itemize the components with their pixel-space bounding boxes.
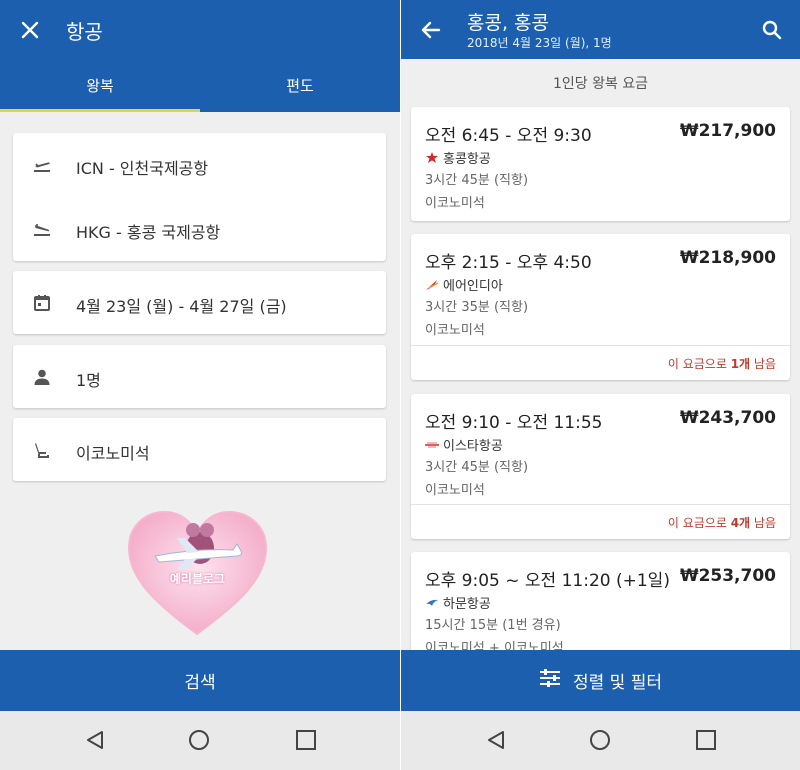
seats-remaining-prefix: 이 요금으로 (667, 516, 731, 530)
card-divider (411, 345, 790, 346)
nav-back-icon[interactable] (84, 729, 106, 755)
nav-recents-icon[interactable] (695, 729, 717, 755)
hongkong-airlines-logo-icon (425, 151, 439, 164)
cabin-class: 이코노미석 (425, 196, 485, 211)
flight-duration: 3시간 45분 (직항) (425, 173, 529, 188)
airline-name: 홍콩항공 (443, 152, 491, 167)
flight-result-card[interactable]: 오후 2:15 - 오후 4:50 ₩218,900 에어인디아 3시간 35분… (411, 234, 790, 380)
airline: 하문항공 (425, 593, 491, 612)
top-app-bar: 항공 (0, 0, 400, 59)
cabin-class: 이코노미석 (425, 483, 485, 498)
search-button-label: 검색 (184, 673, 216, 693)
flight-price: ₩253,700 (679, 566, 776, 586)
flight-price: ₩218,900 (679, 248, 776, 268)
flight-duration: 3시간 35분 (직항) (425, 300, 529, 315)
landing-icon (32, 219, 52, 239)
seats-remaining: 이 요금으로 1개 남음 (668, 355, 776, 372)
dates-field[interactable]: 4월 23일 (월) - 4월 27일 (금) (13, 271, 386, 334)
destination-field[interactable]: HKG - 홍콩 국제공항 (13, 197, 386, 261)
flight-duration: 3시간 45분 (직항) (425, 460, 529, 475)
flight-price: ₩217,900 (679, 121, 776, 141)
search-icon[interactable] (754, 12, 790, 48)
seats-remaining-suffix: 남음 (750, 516, 776, 530)
sort-filter-label: 정렬 및 필터 (572, 673, 662, 693)
origin-field[interactable]: ICN - 인천국제공항 (13, 133, 386, 197)
cabin-class: 이코노미석 (425, 323, 485, 338)
watermark-text: 예리블로그 (169, 572, 226, 586)
nav-home-icon[interactable] (589, 729, 611, 755)
dates-value: 4월 23일 (월) - 4월 27일 (금) (76, 297, 287, 316)
search-button[interactable]: 검색 (0, 650, 400, 711)
route-card: ICN - 인천국제공항 HKG - 홍콩 국제공항 (13, 133, 386, 261)
airline: 에어인디아 (425, 275, 503, 294)
card-divider (411, 504, 790, 505)
close-icon[interactable] (12, 12, 48, 48)
flight-search-screen: 항공 왕복 편도 ICN - 인천국제공항 HKG - 홍콩 국제공항 4월 2… (0, 0, 400, 770)
page-title: 항공 (66, 20, 103, 44)
seats-remaining-count: 1개 (730, 357, 751, 371)
tab-round-trip[interactable]: 왕복 (0, 59, 200, 112)
back-arrow-icon[interactable] (413, 12, 449, 48)
flight-results-screen: 홍콩, 홍콩 2018년 4월 23일 (월), 1명 1인당 왕복 요금 오전… (401, 0, 800, 770)
flight-result-card[interactable]: 오전 9:10 - 오전 11:55 ₩243,700 이스타항공 3시간 45… (411, 394, 790, 539)
system-nav-bar (401, 711, 800, 770)
seats-remaining-count: 4개 (730, 516, 751, 530)
destination-title: 홍콩, 홍콩 (467, 12, 549, 34)
nav-back-icon[interactable] (485, 729, 507, 755)
flight-duration: 15시간 15분 (1번 경유) (425, 618, 561, 633)
sort-filter-button[interactable]: 정렬 및 필터 (401, 650, 800, 711)
trip-type-tabs: 왕복 편도 (0, 59, 400, 112)
air-india-logo-icon (425, 279, 439, 291)
cabin-field[interactable]: 이코노미석 (13, 418, 386, 481)
eastar-jet-logo-icon (425, 439, 439, 451)
origin-value: ICN - 인천국제공항 (76, 159, 209, 178)
flight-time: 오후 9:05 ~ 오전 11:20 (+1일) (425, 571, 670, 591)
calendar-icon (32, 293, 52, 313)
flight-price: ₩243,700 (679, 408, 776, 428)
nav-recents-icon[interactable] (295, 729, 317, 755)
top-app-bar: 홍콩, 홍콩 2018년 4월 23일 (월), 1명 (401, 0, 800, 59)
nav-home-icon[interactable] (188, 729, 210, 755)
cabin-value: 이코노미석 (76, 444, 150, 463)
airline-name: 하문항공 (443, 597, 491, 612)
seat-icon (32, 440, 52, 460)
blog-watermark: 예리블로그 (125, 508, 270, 638)
passengers-value: 1명 (76, 371, 101, 390)
xiamen-airlines-logo-icon (425, 597, 439, 609)
airline: 이스타항공 (425, 435, 503, 454)
tab-one-way[interactable]: 편도 (200, 59, 400, 112)
passengers-field[interactable]: 1명 (13, 345, 386, 408)
flight-time: 오전 6:45 - 오전 9:30 (425, 126, 592, 146)
list-header: 1인당 왕복 요금 (552, 76, 649, 92)
flight-time: 오전 9:10 - 오전 11:55 (425, 413, 603, 433)
seats-remaining-prefix: 이 요금으로 (667, 357, 731, 371)
destination-value: HKG - 홍콩 국제공항 (76, 223, 221, 242)
search-summary: 2018년 4월 23일 (월), 1명 (467, 36, 612, 50)
flight-result-card[interactable]: 오전 6:45 - 오전 9:30 ₩217,900 홍콩항공 3시간 45분 … (411, 107, 790, 221)
airline: 홍콩항공 (425, 148, 491, 167)
seats-remaining: 이 요금으로 4개 남음 (668, 514, 776, 531)
airline-name: 에어인디아 (443, 279, 503, 294)
person-icon (32, 367, 52, 387)
sliders-icon (539, 668, 561, 693)
system-nav-bar (0, 711, 400, 770)
takeoff-icon (32, 155, 52, 175)
seats-remaining-suffix: 남음 (750, 357, 776, 371)
flight-time: 오후 2:15 - 오후 4:50 (425, 253, 592, 273)
airline-name: 이스타항공 (443, 439, 503, 454)
